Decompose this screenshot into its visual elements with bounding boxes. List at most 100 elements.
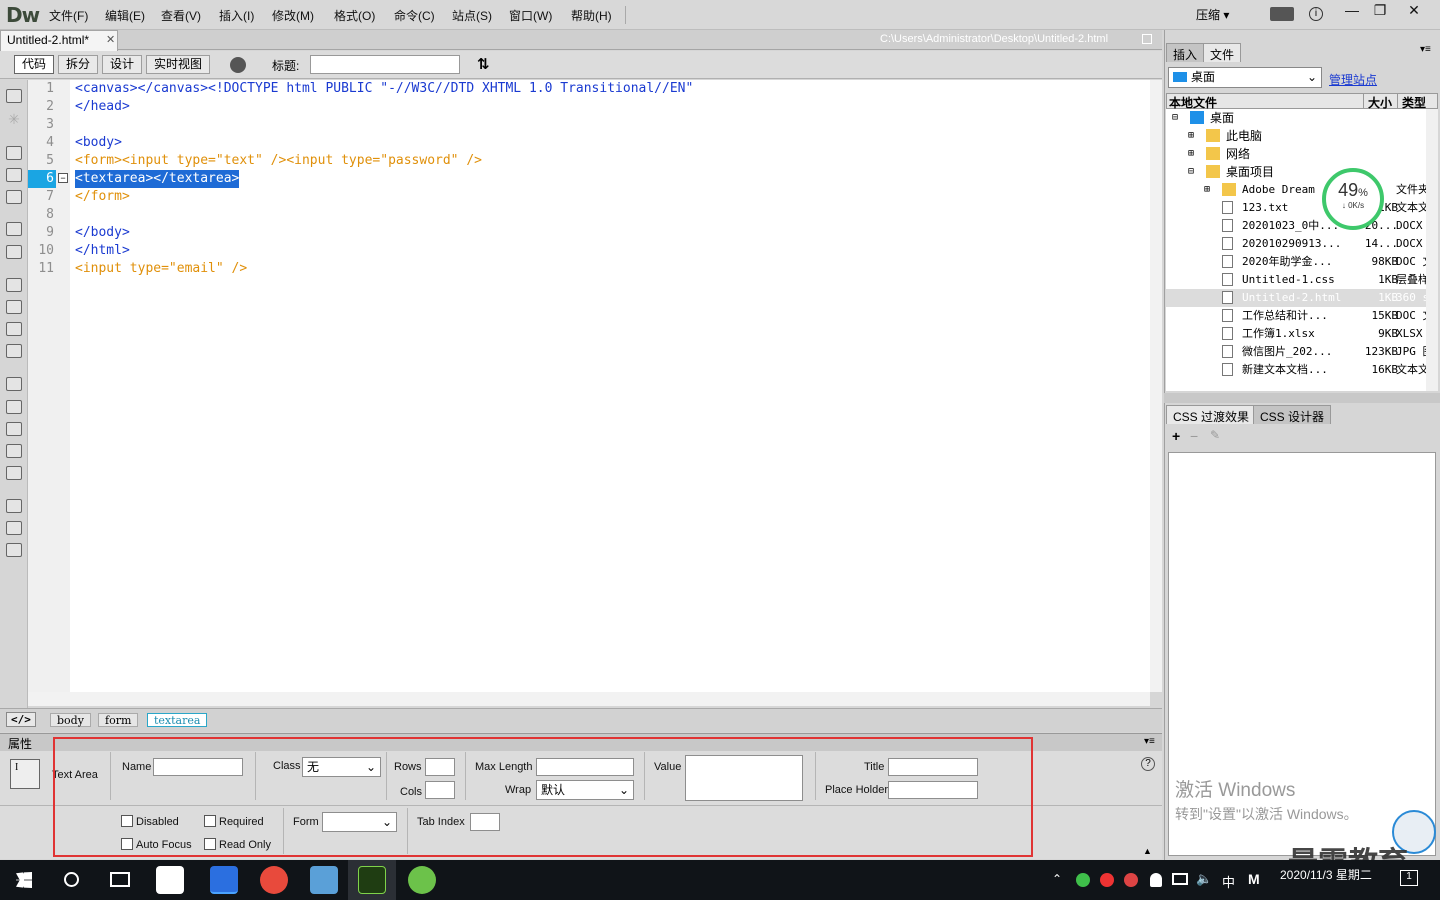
- network-icon[interactable]: [1172, 873, 1188, 885]
- file-row[interactable]: ⊞ 此电脑: [1166, 127, 1438, 145]
- line-numbers-icon[interactable]: [6, 278, 22, 292]
- file-row[interactable]: 微信图片_202...123KBJPG 图片: [1166, 343, 1438, 361]
- horizontal-scrollbar[interactable]: [28, 692, 1150, 706]
- format-source-icon[interactable]: [6, 543, 22, 557]
- collapse-tag-icon[interactable]: [6, 146, 22, 160]
- remove-comment-icon[interactable]: [6, 400, 22, 414]
- menu-insert[interactable]: 插入(I): [219, 7, 254, 24]
- file-row[interactable]: 工作总结和计...15KBDOC 文档: [1166, 307, 1438, 325]
- add-icon[interactable]: +: [1172, 428, 1180, 444]
- open-documents-icon[interactable]: [6, 89, 22, 103]
- wrap-tag-icon[interactable]: [6, 422, 22, 436]
- file-row[interactable]: ⊞ Adobe Dream 文件夹: [1166, 181, 1438, 199]
- panel-options-icon[interactable]: ▾≡: [1420, 44, 1431, 55]
- tab-files[interactable]: 文件: [1203, 43, 1242, 62]
- file-management-icon[interactable]: ⇅: [477, 55, 490, 73]
- live-view-button[interactable]: 实时视图: [146, 55, 210, 74]
- menu-view[interactable]: 查看(V): [161, 7, 201, 24]
- split-view-button[interactable]: 拆分: [58, 55, 98, 74]
- collapse-icon[interactable]: ▲: [1143, 846, 1152, 856]
- design-view-button[interactable]: 设计: [102, 55, 142, 74]
- file-row[interactable]: ⊞ 网络: [1166, 145, 1438, 163]
- restore-button[interactable]: ❐: [1364, 0, 1396, 22]
- fold-toggle-icon[interactable]: −: [58, 173, 68, 183]
- close-tab-icon[interactable]: ✕: [106, 33, 115, 46]
- file-row[interactable]: Untitled-1.css 1KB 层叠样式: [1166, 271, 1438, 289]
- indent-code-icon[interactable]: [6, 499, 22, 513]
- tab-insert[interactable]: 插入: [1166, 43, 1205, 62]
- word-wrap-icon[interactable]: [6, 322, 22, 336]
- taskbar-clock[interactable]: 2020/11/3 星期二: [1280, 862, 1372, 883]
- manage-sites-link[interactable]: 管理站点: [1329, 71, 1377, 88]
- file-row[interactable]: 2020年助学金...98KBDOC 文档: [1166, 253, 1438, 271]
- restore-doc-icon[interactable]: [1142, 34, 1152, 44]
- close-window-button[interactable]: ✕: [1394, 0, 1434, 22]
- file-row[interactable]: 20201023_0中...20...DOCX 文档: [1166, 217, 1438, 235]
- tree-expander-icon[interactable]: ⊟: [1188, 163, 1194, 181]
- wps-icon[interactable]: [210, 866, 238, 894]
- vertical-scrollbar[interactable]: [1150, 80, 1162, 692]
- show-code-navigator-icon[interactable]: ✳: [6, 112, 22, 127]
- browser-preview-icon[interactable]: [230, 57, 246, 73]
- extensions-icon[interactable]: [1270, 7, 1294, 21]
- tray-up-icon[interactable]: ⌃: [1052, 872, 1062, 886]
- balance-braces-icon[interactable]: [6, 245, 22, 259]
- wechat-icon[interactable]: [1076, 873, 1090, 887]
- tree-expander-icon[interactable]: ⊞: [1188, 127, 1194, 145]
- move-css-icon[interactable]: [6, 466, 22, 480]
- code-tag-icon[interactable]: </>: [6, 712, 36, 727]
- file-row[interactable]: 20201029091З...14...DOCX 文档: [1166, 235, 1438, 253]
- menu-modify[interactable]: 修改(M): [272, 7, 314, 24]
- document-tab[interactable]: Untitled-2.html*: [0, 30, 118, 51]
- dreamweaver-icon[interactable]: [358, 866, 386, 894]
- tag-textarea[interactable]: textarea: [147, 713, 208, 727]
- panel-options-icon[interactable]: ▾≡: [1144, 736, 1155, 747]
- task-view-icon[interactable]: [110, 872, 130, 887]
- info-icon[interactable]: i: [1309, 7, 1323, 21]
- action-center-icon[interactable]: 1: [1400, 870, 1418, 886]
- help-icon[interactable]: ?: [1141, 757, 1155, 771]
- tree-expander-icon[interactable]: ⊞: [1188, 145, 1194, 163]
- chrome-icon[interactable]: [260, 866, 288, 894]
- menu-window[interactable]: 窗口(W): [509, 7, 552, 24]
- collapse-selection-icon[interactable]: [6, 168, 22, 182]
- select-parent-tag-icon[interactable]: [6, 222, 22, 236]
- ime-indicator[interactable]: 中: [1222, 872, 1235, 891]
- panel-splitter[interactable]: [1164, 393, 1440, 403]
- remove-icon[interactable]: −: [1190, 428, 1198, 444]
- highlight-invalid-code-icon[interactable]: [6, 300, 22, 314]
- recent-snippets-icon[interactable]: [6, 444, 22, 458]
- menu-commands[interactable]: 命令(C): [394, 7, 435, 24]
- tab-css-transitions[interactable]: CSS 过渡效果: [1166, 405, 1257, 424]
- search-icon[interactable]: [64, 872, 79, 887]
- file-row[interactable]: 工作簿1.xlsx9KBXLSX ...: [1166, 325, 1438, 343]
- qq-icon[interactable]: [1100, 873, 1114, 887]
- syntax-coloring-icon[interactable]: [6, 344, 22, 358]
- ime-mode-indicator[interactable]: M: [1248, 871, 1260, 887]
- notepad-icon[interactable]: [310, 866, 338, 894]
- site-location-select[interactable]: 桌面 ⌄: [1168, 67, 1322, 88]
- notification-bell-icon[interactable]: [1150, 873, 1162, 887]
- menu-format[interactable]: 格式(O): [334, 7, 375, 24]
- file-row[interactable]: ⊟ 桌面: [1166, 109, 1438, 127]
- tag-body[interactable]: body: [50, 713, 91, 727]
- app-green-icon[interactable]: [408, 866, 436, 894]
- file-row[interactable]: 新建文本文档... 16KB 文本文档: [1166, 361, 1438, 379]
- file-row[interactable]: Untitled-2.html 1KB 360 se: [1166, 289, 1438, 307]
- tag-form[interactable]: form: [98, 713, 139, 727]
- menu-edit[interactable]: 编辑(E): [105, 7, 145, 24]
- app-360-icon[interactable]: [156, 866, 184, 894]
- menu-help[interactable]: 帮助(H): [571, 7, 612, 24]
- code-view-button[interactable]: 代码: [14, 55, 54, 74]
- file-row[interactable]: ⊟ 桌面项目: [1166, 163, 1438, 181]
- file-list-scrollbar[interactable]: [1426, 109, 1438, 391]
- file-row[interactable]: 123.txt 1KB 文本文档: [1166, 199, 1438, 217]
- tree-expander-icon[interactable]: ⊞: [1204, 181, 1210, 199]
- expand-all-icon[interactable]: [6, 190, 22, 204]
- outdent-code-icon[interactable]: [6, 521, 22, 535]
- qq2-icon[interactable]: [1124, 873, 1138, 887]
- apply-comment-icon[interactable]: [6, 377, 22, 391]
- workspace-layout-dropdown[interactable]: 压缩 ▾: [1196, 6, 1229, 23]
- title-input[interactable]: [310, 55, 460, 74]
- edit-icon[interactable]: ✎: [1210, 428, 1220, 442]
